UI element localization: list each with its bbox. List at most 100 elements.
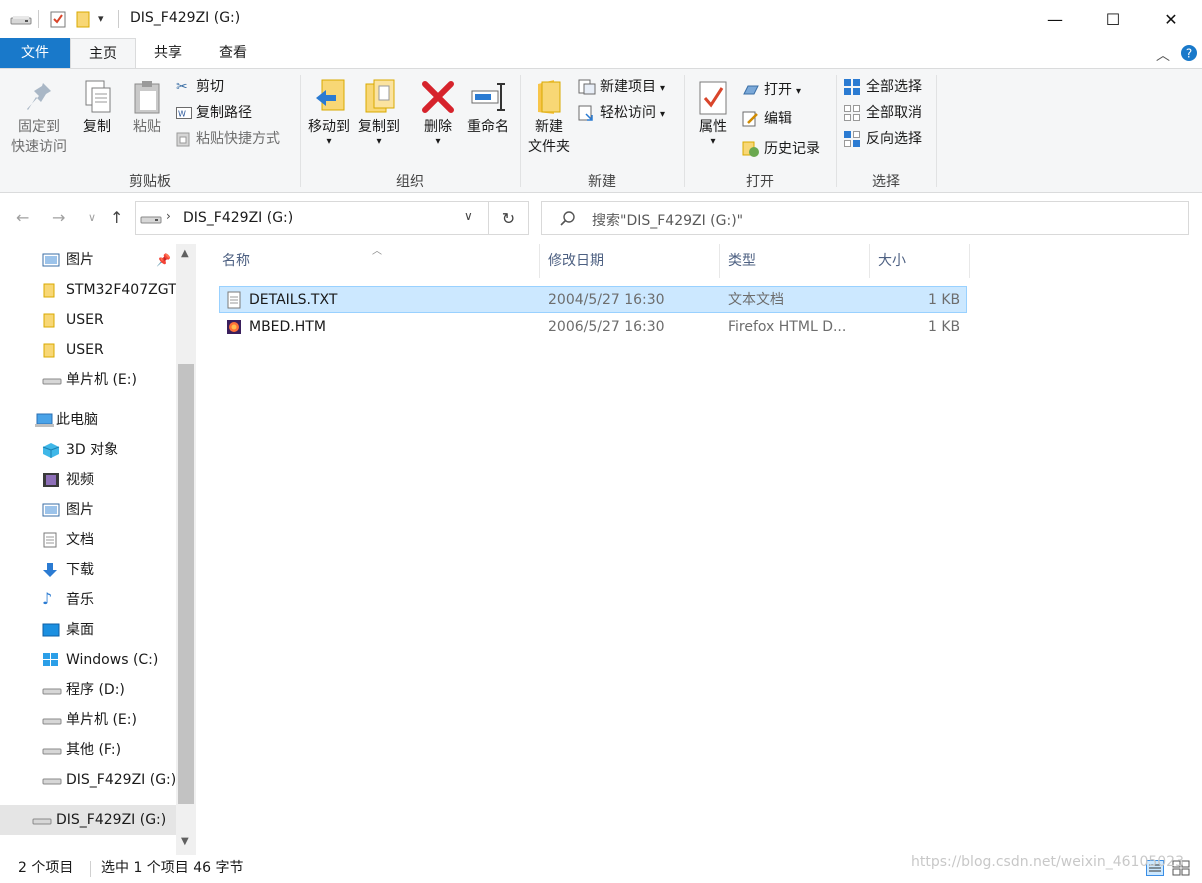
easy-access-button[interactable]: 轻松访问 ▾ [578, 103, 665, 125]
nav-item-videos[interactable]: 视频 [0, 465, 176, 495]
column-header-modified[interactable]: 修改日期 [540, 244, 720, 278]
nav-item-drive-g-root[interactable]: DIS_F429ZI (G:) [0, 805, 176, 835]
pin-icon [6, 77, 72, 117]
nav-label: 图片 [66, 502, 94, 518]
copy-path-button[interactable]: W 复制路径 [176, 103, 252, 123]
history-icon [742, 139, 764, 159]
new-folder-icon[interactable] [76, 10, 90, 28]
select-all-button[interactable]: 全部选择 [844, 77, 922, 97]
nav-item-drive-c[interactable]: Windows (C:) [0, 645, 176, 675]
video-icon [42, 472, 59, 488]
scroll-down-icon[interactable]: ▼ [181, 836, 189, 847]
collapse-ribbon-icon[interactable]: ︿ [1156, 45, 1170, 65]
paste-button[interactable]: 粘贴 [124, 77, 170, 137]
nav-item-user-folder-2[interactable]: USER [0, 335, 176, 365]
drive-icon [32, 812, 52, 828]
new-group-label: 新建 [588, 174, 616, 190]
maximize-button[interactable]: ☐ [1084, 0, 1142, 38]
nav-item-drive-e[interactable]: 单片机 (E:) [0, 705, 176, 735]
nav-item-drive-f[interactable]: 其他 (F:) [0, 735, 176, 765]
address-bar[interactable]: › DIS_F429ZI (G:) ∨ [135, 201, 489, 235]
delete-button[interactable]: 删除 ▾ [416, 77, 460, 147]
tab-file[interactable]: 文件 [0, 38, 70, 68]
open-button[interactable]: 打开 ▾ [742, 80, 801, 102]
nav-item-pictures-quick[interactable]: 图片 📌 [0, 245, 176, 275]
nav-scrollbar[interactable]: ▲ ▼ [176, 244, 196, 855]
dropdown-arrow-icon: ▾ [796, 86, 802, 97]
close-button[interactable]: ✕ [1142, 0, 1200, 38]
column-header-size[interactable]: 大小 [870, 244, 970, 278]
file-name: MBED.HTM [249, 319, 326, 335]
dropdown-arrow-icon: ▾ [435, 136, 441, 147]
file-row-mbed[interactable]: MBED.HTM 2006/5/27 16:30 Firefox HTML D.… [219, 313, 967, 340]
address-dropdown-chevron-icon[interactable]: ∨ [464, 209, 473, 223]
window-title: DIS_F429ZI (G:) [130, 10, 241, 26]
pictures-icon [42, 502, 60, 518]
nav-item-drive-g[interactable]: DIS_F429ZI (G:) [0, 765, 176, 795]
nav-item-drive-e-quick[interactable]: 单片机 (E:) [0, 365, 176, 395]
nav-label: 文档 [66, 532, 94, 548]
pin-label-2: 快速访问 [11, 139, 67, 155]
nav-item-this-pc[interactable]: 此电脑 [0, 405, 176, 435]
nav-label: USER [66, 312, 104, 328]
nav-scrollbar-thumb[interactable] [178, 364, 194, 804]
properties-check-icon[interactable] [50, 10, 66, 28]
paste-shortcut-button[interactable]: 粘贴快捷方式 [176, 129, 280, 149]
nav-item-drive-d[interactable]: 程序 (D:) [0, 675, 176, 705]
refresh-button[interactable]: ↻ [489, 201, 529, 235]
search-box[interactable]: 搜索"DIS_F429ZI (G:)" [541, 201, 1189, 235]
file-row-details[interactable]: DETAILS.TXT 2004/5/27 16:30 文本文档 1 KB [219, 286, 967, 313]
nav-item-music[interactable]: ♪ 音乐 [0, 585, 176, 615]
minimize-button[interactable]: — [1026, 0, 1084, 38]
nav-item-documents[interactable]: 文档 [0, 525, 176, 555]
dropdown-arrow-icon: ▾ [376, 136, 382, 147]
folder-icon [42, 312, 58, 328]
nav-item-pictures[interactable]: 图片 [0, 495, 176, 525]
rename-button[interactable]: 重命名 [462, 77, 514, 137]
divider [38, 10, 39, 28]
new-folder-button[interactable]: 新建 文件夹 [524, 77, 574, 157]
nav-item-3d-objects[interactable]: 3D 对象 [0, 435, 176, 465]
music-icon: ♪ [42, 589, 53, 608]
column-header-name[interactable]: 名称 [214, 244, 540, 278]
tab-home[interactable]: 主页 [70, 38, 136, 68]
nav-label: 下载 [66, 562, 94, 578]
properties-label: 属性 [699, 119, 727, 135]
properties-button[interactable]: 属性 ▾ [690, 77, 736, 147]
nav-item-stm32-folder[interactable]: STM32F407ZGT [0, 275, 176, 305]
nav-item-desktop[interactable]: 桌面 [0, 615, 176, 645]
nav-label: USER [66, 342, 104, 358]
help-icon[interactable]: ? [1180, 44, 1198, 62]
customize-qat-icon[interactable]: ▾ [98, 12, 104, 25]
move-to-button[interactable]: 移动到 ▾ [304, 77, 354, 147]
nav-label: 程序 (D:) [66, 682, 125, 698]
windows-drive-icon [42, 652, 58, 668]
copy-button[interactable]: 复制 [74, 77, 120, 137]
back-arrow-icon[interactable]: ← [16, 208, 29, 227]
copy-path-icon: W [176, 103, 196, 123]
recent-locations-chevron-icon[interactable]: ∨ [88, 211, 96, 224]
drive-icon [42, 712, 62, 728]
nav-item-downloads[interactable]: 下载 [0, 555, 176, 585]
edit-button[interactable]: 编辑 [742, 109, 792, 129]
invert-selection-button[interactable]: 反向选择 [844, 129, 922, 149]
forward-arrow-icon[interactable]: → [52, 208, 65, 227]
tab-share[interactable]: 共享 [136, 38, 200, 68]
breadcrumb-chevron-icon[interactable]: › [166, 209, 171, 223]
column-header-type[interactable]: 类型 [720, 244, 870, 278]
nav-item-user-folder[interactable]: USER [0, 305, 176, 335]
paste-label: 粘贴 [133, 119, 161, 135]
select-none-button[interactable]: 全部取消 [844, 103, 922, 123]
item-count: 2 个项目 [18, 860, 74, 876]
title-bar: ▾ DIS_F429ZI (G:) — ☐ ✕ [0, 0, 1202, 38]
copy-to-button[interactable]: 复制到 ▾ [354, 77, 404, 147]
scroll-up-icon[interactable]: ▲ [181, 248, 189, 259]
pin-icon[interactable]: 📌 [156, 245, 171, 275]
new-item-button[interactable]: 新建项目 ▾ [578, 77, 665, 99]
pin-quick-access-button[interactable]: 固定到 快速访问 [6, 77, 72, 157]
up-arrow-icon[interactable]: ↑ [110, 208, 123, 227]
tab-view[interactable]: 查看 [200, 38, 266, 68]
breadcrumb-current[interactable]: DIS_F429ZI (G:) [183, 210, 293, 226]
cut-button[interactable]: ✂ 剪切 [176, 77, 224, 97]
history-button[interactable]: 历史记录 [742, 139, 820, 159]
